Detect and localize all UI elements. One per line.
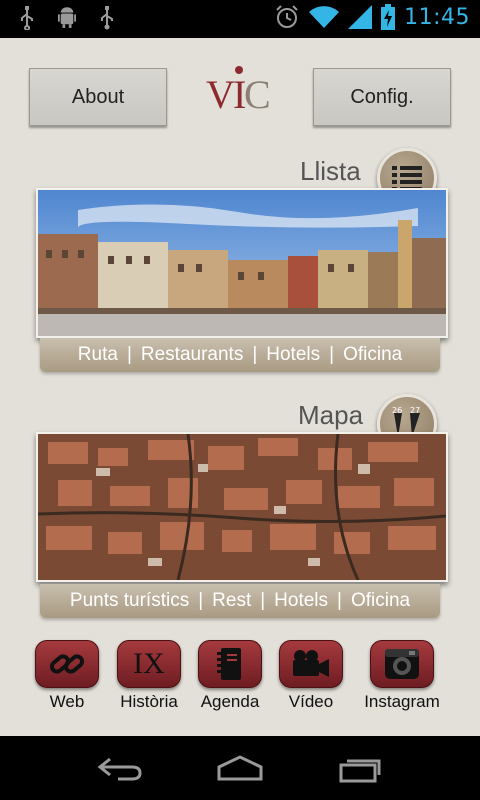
aerial-city-photo[interactable] (36, 432, 448, 582)
link-oficina[interactable]: Oficina (343, 344, 402, 366)
svg-text:C: C (244, 72, 271, 117)
link-punts-turistics[interactable]: Punts turístics (70, 590, 189, 612)
web-tile[interactable] (35, 640, 99, 688)
navigation-bar (0, 736, 480, 800)
about-button[interactable]: About (29, 68, 167, 126)
notebook-icon (217, 648, 241, 680)
link-hotels-map[interactable]: Hotels (274, 590, 328, 612)
video-camera-icon (293, 650, 329, 677)
config-button[interactable]: Config. (313, 68, 451, 126)
android-debug-icon (58, 7, 76, 28)
usb-icon (101, 6, 113, 30)
home-icon (217, 755, 263, 781)
link-hotels[interactable]: Hotels (266, 344, 320, 366)
back-icon (97, 757, 142, 781)
link-oficina-map[interactable]: Oficina (351, 590, 410, 612)
map-section-title[interactable]: Mapa (298, 400, 363, 431)
town-square-image (38, 190, 446, 336)
instagram-shortcut[interactable]: Instagram (356, 640, 448, 712)
recent-apps-icon (339, 759, 381, 783)
usb-icon (21, 6, 33, 30)
wifi-icon (309, 6, 340, 28)
video-tile[interactable] (279, 640, 343, 688)
link-icon (49, 654, 85, 674)
clock: 11:45 (404, 4, 470, 30)
camera-icon (385, 649, 419, 679)
link-ruta[interactable]: Ruta (78, 344, 118, 366)
agenda-tile[interactable] (198, 640, 262, 688)
shortcut-row: Web IX Història Agenda Vídeo Instagram (0, 640, 480, 720)
list-section-title[interactable]: Llista (300, 156, 361, 187)
home-button[interactable] (210, 750, 270, 786)
instagram-label: Instagram (364, 692, 440, 711)
instagram-tile[interactable] (370, 640, 434, 688)
agenda-shortcut[interactable]: Agenda (184, 640, 276, 712)
recent-apps-button[interactable] (330, 750, 390, 786)
list-links-bar: Ruta | Restaurants | Hotels | Oficina (40, 338, 440, 372)
app-screen: About V I C Config. Llista Ruta | Restau… (0, 38, 480, 736)
video-label: Vídeo (288, 692, 334, 711)
vic-logo: V I C (206, 66, 271, 117)
historia-label: Història (120, 692, 178, 711)
alarm-icon (276, 5, 298, 28)
aerial-city-image (38, 434, 446, 580)
pin-label-26: 26 (392, 406, 402, 415)
video-shortcut[interactable]: Vídeo (265, 640, 357, 712)
web-label: Web (49, 692, 85, 711)
town-square-photo[interactable] (36, 188, 448, 338)
battery-charging-icon (381, 4, 396, 30)
status-bar: 11:45 (0, 0, 480, 38)
web-shortcut[interactable]: Web (21, 640, 113, 712)
svg-text:V: V (206, 72, 235, 117)
roman-numeral-icon: IX (133, 647, 165, 680)
link-rest[interactable]: Rest (212, 590, 251, 612)
historia-shortcut[interactable]: IX Història (103, 640, 195, 712)
agenda-label: Agenda (200, 692, 260, 711)
historia-tile[interactable]: IX (117, 640, 181, 688)
link-restaurants[interactable]: Restaurants (141, 344, 243, 366)
pin-label-27: 27 (410, 406, 420, 415)
back-button[interactable] (90, 750, 150, 786)
map-links-bar: Punts turístics | Rest | Hotels | Oficina (40, 584, 440, 618)
signal-icon (348, 5, 373, 29)
